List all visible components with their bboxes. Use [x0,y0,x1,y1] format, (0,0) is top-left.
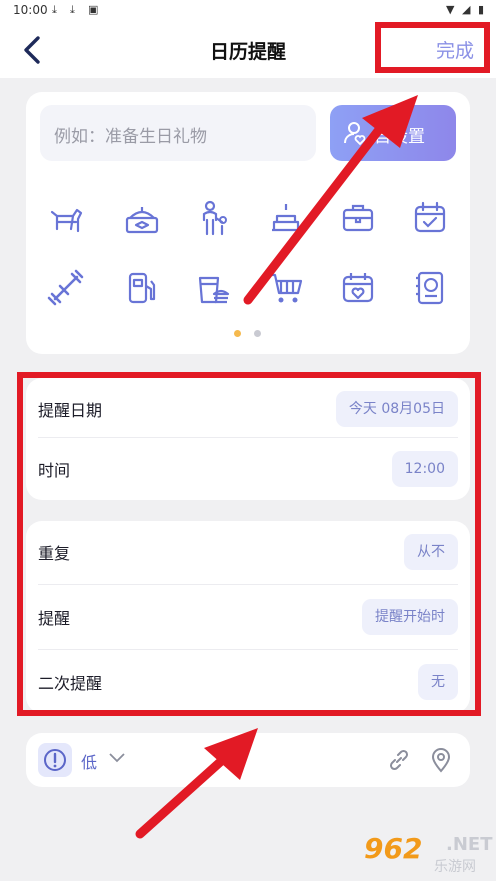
briefcase-icon[interactable] [338,198,378,238]
calendar-check-icon[interactable] [410,198,450,238]
priority-icon[interactable] [38,743,72,777]
reminder-value[interactable]: 提醒开始时 [362,599,458,635]
status-bar: 10:00 ⤓ ⤓ ▣ ▼ ◢ ▮ [0,0,496,22]
wifi-icon: ▼ [446,3,455,16]
dumbbell-icon[interactable] [46,268,86,308]
chevron-down-icon[interactable] [108,751,126,765]
location-icon[interactable] [428,747,454,773]
gift-box-icon[interactable] [122,198,162,238]
custom-setting-label: 自设置 [374,127,425,147]
time-label: 时间 [38,461,71,480]
family-icon[interactable] [194,198,234,238]
gas-pump-icon[interactable] [122,268,162,308]
battery-icon: ▮ [478,3,485,16]
watermark-number: 962 [364,832,423,865]
repeat-value[interactable]: 从不 [404,534,458,570]
signal-icon: ◢ [462,3,471,16]
download-icon: ⤓ [70,3,75,16]
reminder-row[interactable]: 提醒 提醒开始时 [26,586,470,648]
cake-icon[interactable] [266,198,306,238]
repeat-label: 重复 [38,544,71,563]
page-title: 日历提醒 [209,41,286,63]
top-bar: 日历提醒 完成 [0,22,496,78]
calendar-heart-icon[interactable] [338,268,378,308]
reminder-date-value[interactable]: 今天 08月05日 [335,391,458,427]
second-reminder-label: 二次提醒 [38,674,103,693]
second-reminder-value[interactable]: 无 [418,664,458,700]
page-dot [254,330,261,337]
reminder-date-row[interactable]: 提醒日期 今天 08月05日 [26,378,470,440]
site-watermark-logo: 962 .NET 乐游网 [360,828,496,881]
link-icon[interactable] [386,747,412,773]
watermark-suffix: .NET [446,834,493,855]
done-button[interactable]: 完成 [436,36,474,63]
custom-setting-button[interactable]: 自设置 [330,105,456,161]
repeat-reminder-card: 重复 从不 提醒 提醒开始时 二次提醒 无 [26,521,470,713]
reminder-label: 提醒 [38,609,71,628]
time-row[interactable]: 时间 12:00 [26,438,470,500]
shopping-cart-icon[interactable] [266,268,306,308]
photo-icon: ▣ [88,3,99,16]
user-heart-icon [344,122,366,146]
dog-icon[interactable] [46,198,86,238]
divider [38,649,458,650]
status-time: 10:00 [13,3,48,17]
reminder-content-card: 例如：准备生日礼物 自设置 [26,92,470,354]
fast-food-icon[interactable] [194,268,234,308]
watermark-site: 乐游网 [434,859,476,875]
second-reminder-row[interactable]: 二次提醒 无 [26,651,470,713]
priority-label[interactable]: 低 [81,749,97,773]
money-book-icon[interactable] [410,268,450,308]
priority-toolbar: 低 [26,733,470,787]
divider [38,584,458,585]
page-dot-active [234,330,241,337]
reminder-date-label: 提醒日期 [38,401,103,420]
download-icon: ⤓ [52,3,57,16]
repeat-row[interactable]: 重复 从不 [26,521,470,583]
date-time-card: 提醒日期 今天 08月05日 时间 12:00 [26,378,470,500]
reminder-title-input[interactable]: 例如：准备生日礼物 [40,105,316,161]
time-value[interactable]: 12:00 [391,451,458,487]
